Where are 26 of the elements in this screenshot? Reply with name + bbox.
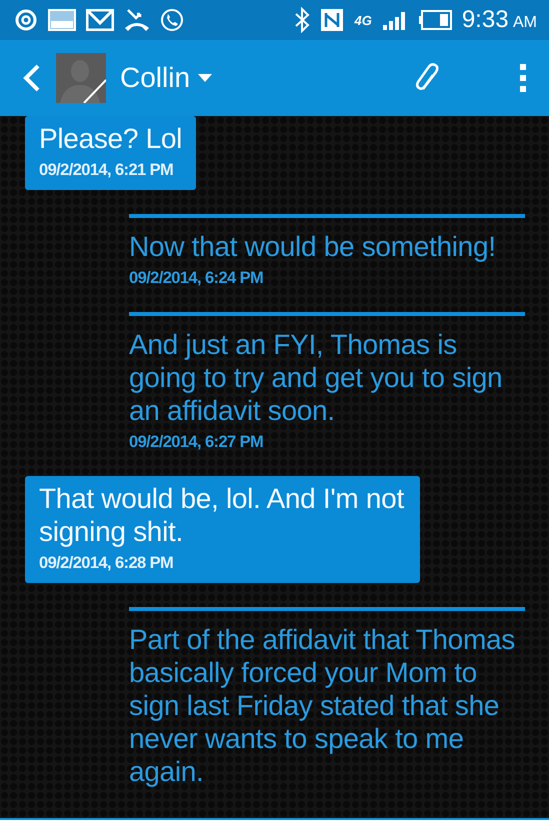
missed-call-icon <box>124 8 150 32</box>
clock-meridiem: AM <box>513 14 537 31</box>
contact-name-dropdown[interactable]: Collin <box>120 62 212 94</box>
paperclip-icon[interactable] <box>415 63 441 93</box>
more-options-icon[interactable] <box>519 63 527 93</box>
avatar-silhouette <box>56 53 106 103</box>
back-icon[interactable] <box>22 63 42 93</box>
message-text: Please? Lol <box>39 122 182 155</box>
network-type: 4G <box>354 12 372 28</box>
battery-icon <box>418 9 452 31</box>
phone-icon <box>160 8 184 32</box>
message-timestamp: 09/2/2014, 6:27 PM <box>129 433 264 452</box>
clock-time: 9:33 <box>462 6 509 33</box>
message-timestamp: 09/2/2014, 6:24 PM <box>129 269 264 288</box>
message-text: Part of the affidavit that Thomas basically forced your Mom to sign last Friday stated that she never wants to speak to me again. <box>129 623 516 788</box>
message-timestamp: 09/2/2014, 6:28 PM <box>39 554 174 573</box>
caret-icon <box>198 74 212 82</box>
message-timestamp: 09/2/2014, 6:21 PM <box>39 161 174 180</box>
message-text: And just an FYI, Thomas is going to try and get you to sign an affidavit soon. <box>129 328 504 427</box>
mail-icon <box>86 9 114 31</box>
message-text: Now that would be something! <box>129 230 497 263</box>
image-icon <box>48 9 76 31</box>
message-text: That would be, lol. And I'm not signing shit. <box>39 482 406 548</box>
signal-icon <box>382 9 408 31</box>
bluetooth-icon <box>294 7 310 33</box>
nfc-icon <box>320 8 344 32</box>
